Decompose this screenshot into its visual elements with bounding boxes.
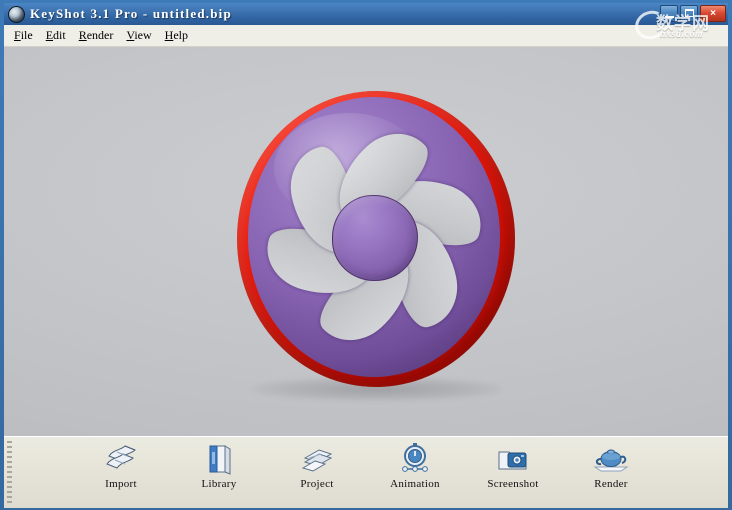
center-hub-cap (332, 195, 418, 281)
toolbar-button-render[interactable]: Render (574, 442, 648, 490)
close-button[interactable]: × (700, 5, 726, 22)
close-icon: × (701, 6, 725, 21)
minimize-icon (665, 16, 674, 18)
toolbar-button-screenshot[interactable]: Screenshot (476, 442, 550, 490)
animation-stopwatch-icon (397, 442, 433, 476)
import-mesh-icon (103, 442, 139, 476)
menu-label: elp (173, 28, 188, 42)
toolbar-button-import[interactable]: Import (84, 442, 158, 490)
toolbar-label: Project (300, 478, 333, 490)
bottom-toolbar: Import Library (4, 436, 728, 508)
menu-label: dit (53, 28, 66, 42)
toolbar-label: Import (105, 478, 137, 490)
menu-accel: E (46, 28, 53, 42)
title-bar: KeyShot 3.1 Pro - untitled.bip × (4, 3, 728, 25)
toolbar-items: Import Library (84, 442, 648, 490)
application-window: KeyShot 3.1 Pro - untitled.bip × 数学网 hxs… (0, 0, 732, 510)
keyshot-logo-icon (8, 6, 25, 23)
maximize-icon (685, 9, 694, 17)
menu-label: iew (134, 28, 151, 42)
toolbar-label: Render (594, 478, 628, 490)
menu-item-edit[interactable]: Edit (44, 27, 77, 44)
screenshot-camera-icon (495, 442, 531, 476)
toolbar-label: Animation (390, 478, 440, 490)
toolbar-grip-handle[interactable] (7, 441, 12, 503)
toolbar-button-library[interactable]: Library (182, 442, 256, 490)
toolbar-button-project[interactable]: Project (280, 442, 354, 490)
project-sheets-icon (299, 442, 335, 476)
toolbar-label: Screenshot (487, 478, 538, 490)
render-viewport[interactable] (4, 47, 728, 436)
menu-accel: R (79, 28, 87, 42)
menu-bar: File Edit Render View Help (4, 25, 728, 47)
maximize-button[interactable] (680, 5, 698, 22)
library-binder-icon (201, 442, 237, 476)
menu-item-file[interactable]: File (12, 27, 44, 44)
menu-label: ile (21, 28, 33, 42)
toolbar-button-animation[interactable]: Animation (378, 442, 452, 490)
rim-disc (248, 97, 500, 377)
render-teapot-icon (593, 442, 629, 476)
window-controls: × (660, 5, 726, 22)
menu-label: ender (87, 28, 114, 42)
menu-item-help[interactable]: Help (163, 27, 199, 44)
toolbar-label: Library (201, 478, 236, 490)
menu-accel: F (14, 28, 21, 42)
wheel-rim-model[interactable] (237, 91, 515, 387)
menu-item-view[interactable]: View (124, 27, 162, 44)
window-title: KeyShot 3.1 Pro - untitled.bip (30, 6, 232, 22)
menu-item-render[interactable]: Render (77, 27, 125, 44)
minimize-button[interactable] (660, 5, 678, 22)
